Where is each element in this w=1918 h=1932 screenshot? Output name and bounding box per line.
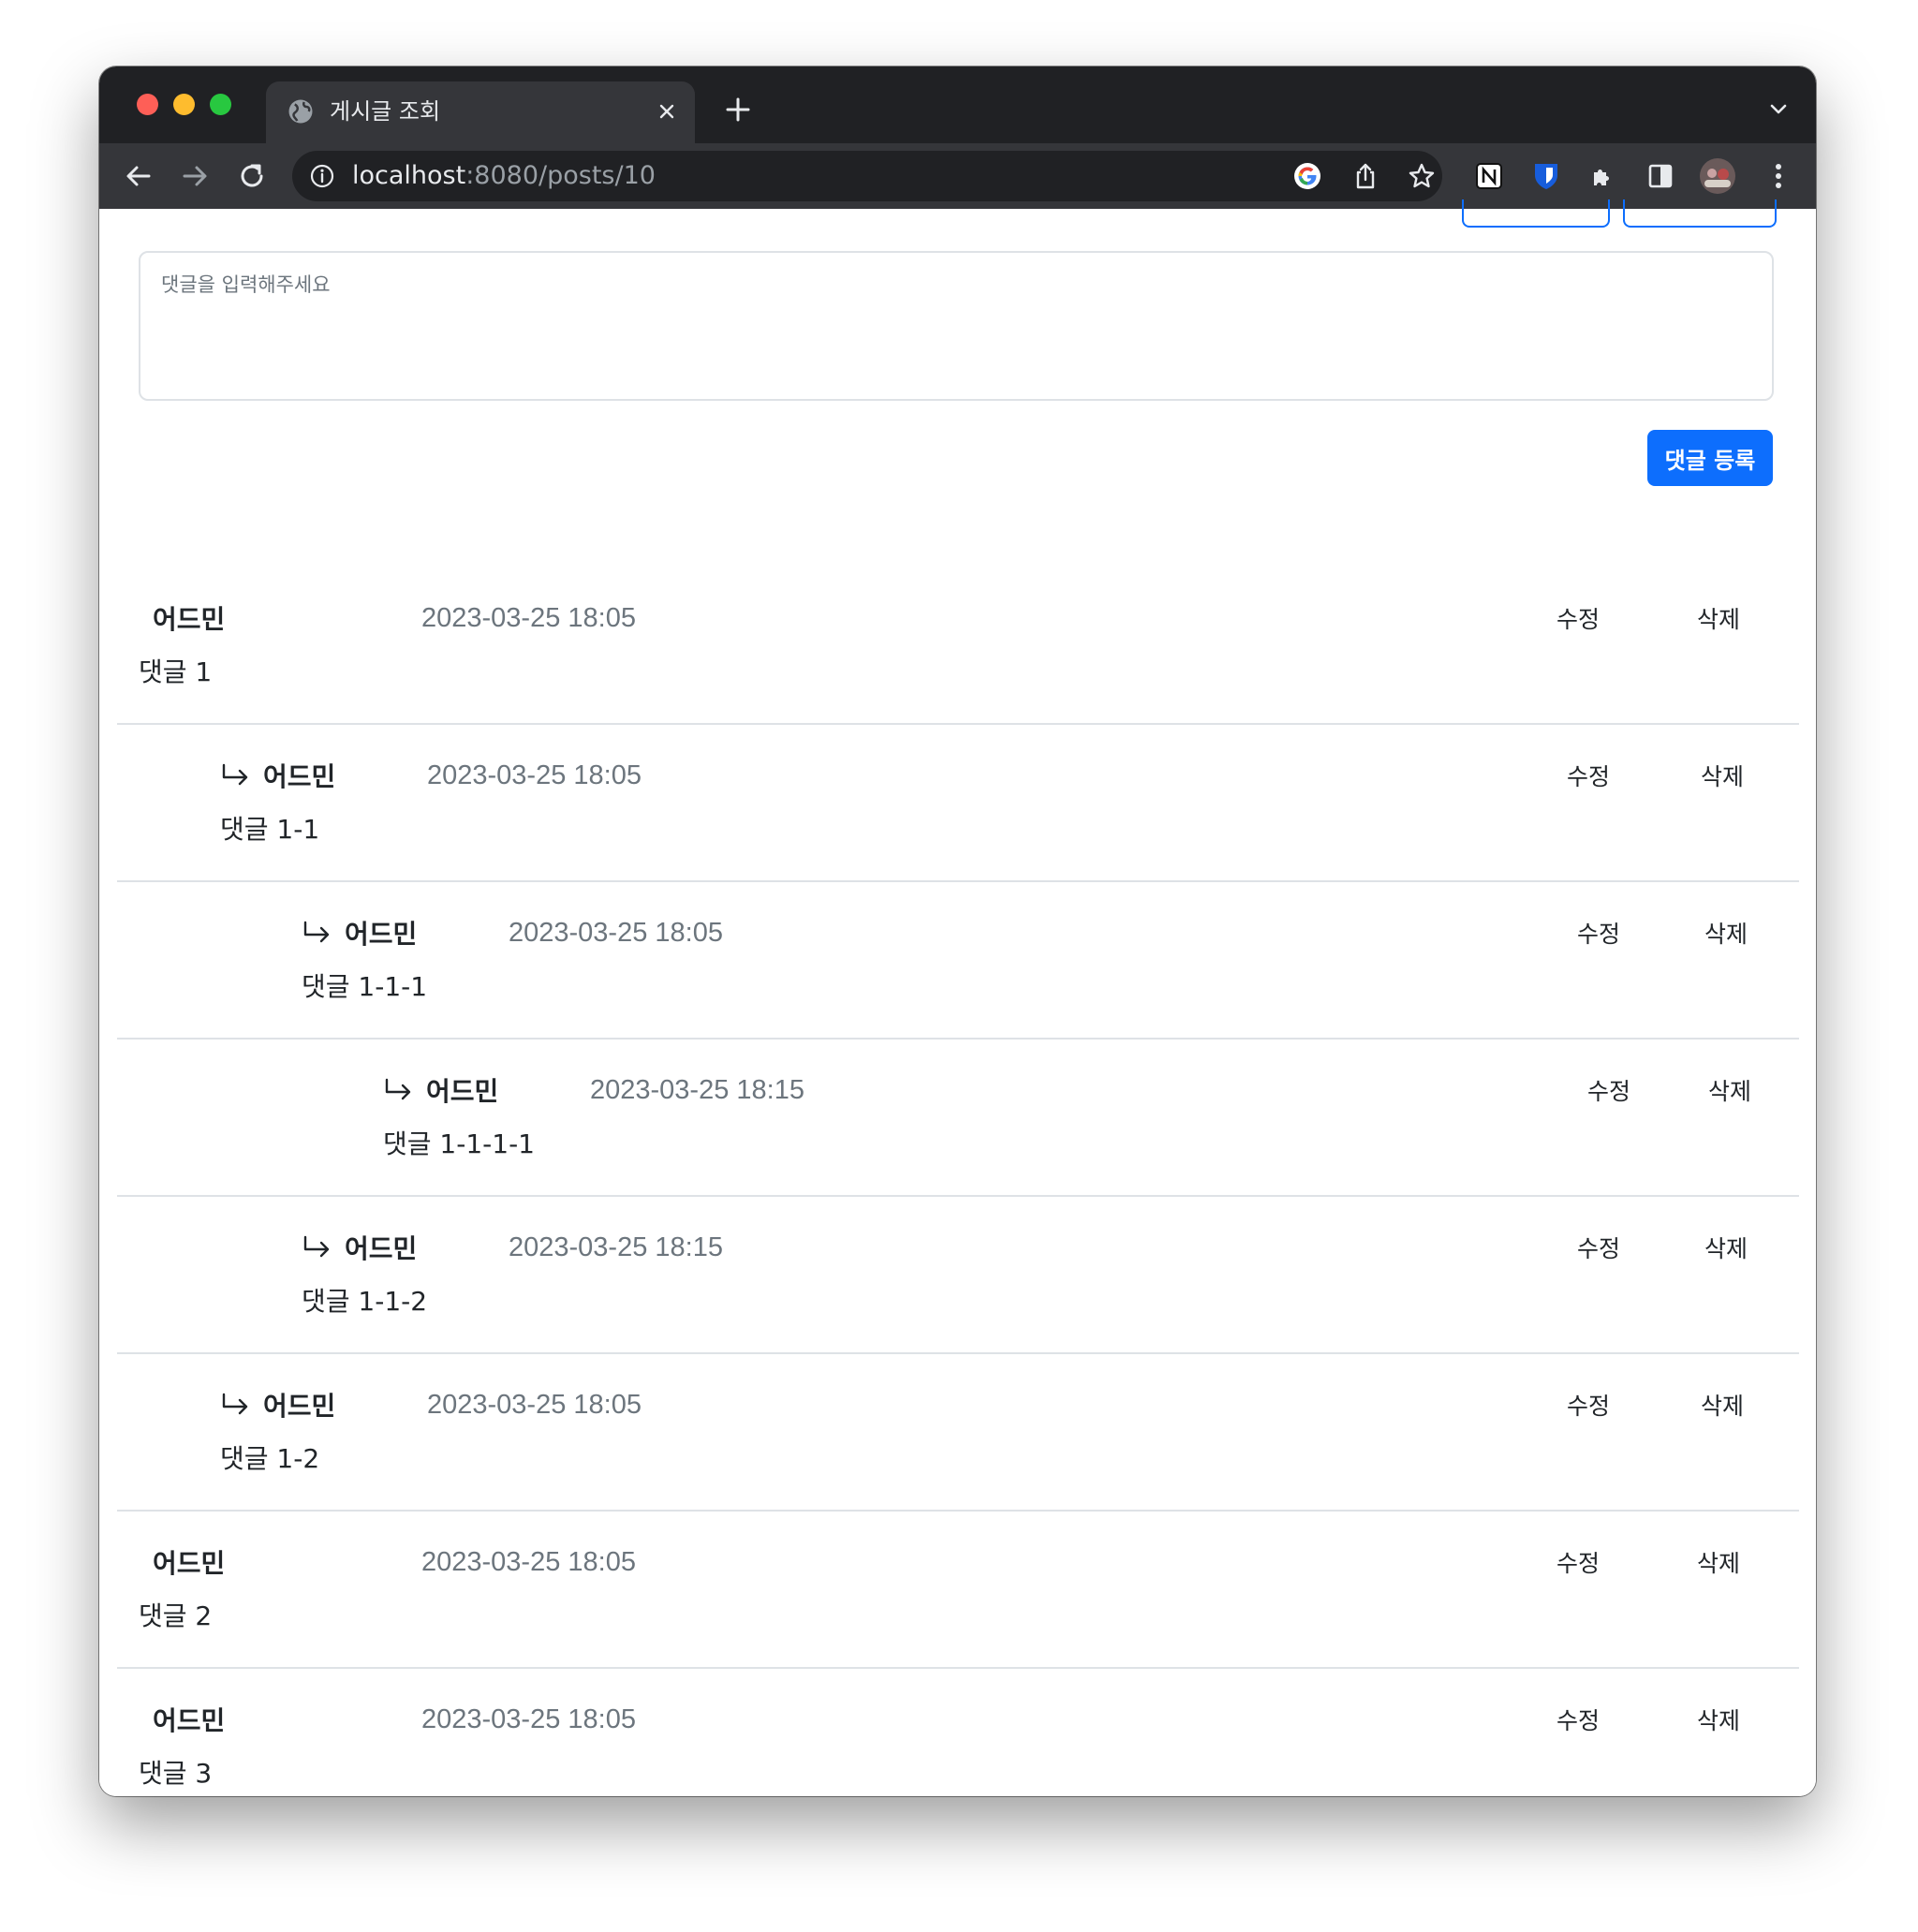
reload-icon[interactable]	[229, 154, 274, 199]
comment-date: 2023-03-25 18:05	[427, 1390, 642, 1420]
comment-author: 어드민	[153, 1548, 226, 1579]
comment-author: 어드민	[345, 1233, 418, 1264]
comment-header: 어드민	[220, 1386, 335, 1423]
side-panel-icon[interactable]	[1638, 154, 1683, 199]
comment-header: 어드민	[220, 757, 335, 794]
maximize-window-button[interactable]	[210, 94, 231, 115]
notion-extension-icon[interactable]	[1467, 154, 1512, 199]
comment-header: 어드민	[153, 1543, 225, 1581]
comment-author: 어드민	[426, 1076, 499, 1107]
delete-comment-button[interactable]: 삭제	[1701, 760, 1744, 794]
delete-comment-button[interactable]: 삭제	[1697, 1547, 1740, 1581]
comment-item: 어드민 2023-03-25 18:05 댓글 1-1-1 수정 삭제	[117, 882, 1799, 1040]
comment-date: 2023-03-25 18:05	[421, 1547, 636, 1577]
comment-item: 어드민 2023-03-25 18:05 댓글 1 수정 삭제	[117, 568, 1799, 725]
delete-comment-button[interactable]: 삭제	[1701, 1390, 1744, 1423]
info-icon[interactable]	[309, 163, 335, 189]
comment-author: 어드민	[263, 1391, 336, 1422]
delete-comment-button[interactable]: 삭제	[1697, 603, 1740, 637]
extensions-puzzle-icon[interactable]	[1581, 154, 1626, 199]
comment-header: 어드민	[153, 1701, 225, 1738]
edit-comment-button[interactable]: 수정	[1557, 603, 1600, 637]
tab-strip: 게시글 조회	[99, 66, 1816, 143]
comment-body: 댓글 1-1	[220, 814, 320, 845]
reply-arrow-icon	[303, 921, 330, 943]
reply-arrow-icon	[222, 1393, 248, 1415]
comment-date: 2023-03-25 18:05	[427, 760, 642, 790]
comment-body: 댓글 1-1-1	[302, 971, 428, 1002]
chevron-down-icon[interactable]	[1760, 91, 1797, 128]
comment-date: 2023-03-25 18:05	[421, 603, 636, 633]
edit-comment-button[interactable]: 수정	[1577, 918, 1620, 951]
edit-comment-button[interactable]: 수정	[1587, 1075, 1630, 1109]
close-window-button[interactable]	[137, 94, 158, 115]
share-icon[interactable]	[1347, 157, 1384, 195]
reply-arrow-icon	[385, 1078, 411, 1100]
edit-comment-button[interactable]: 수정	[1557, 1704, 1600, 1738]
page-content: 댓글 등록 어드민2023-03-25 18:05댓글 1수정삭제어드민2023…	[99, 199, 1816, 1796]
profile-avatar[interactable]	[1695, 154, 1740, 199]
comment-body: 댓글 3	[139, 1758, 213, 1789]
close-tab-icon[interactable]	[650, 95, 684, 128]
submit-comment-button[interactable]: 댓글 등록	[1647, 430, 1773, 486]
comment-author: 어드민	[153, 604, 226, 635]
comment-body: 댓글 1	[139, 656, 213, 687]
comment-item: 어드민 2023-03-25 18:05 댓글 3 수정 삭제	[117, 1669, 1799, 1796]
comment-item: 어드민 2023-03-25 18:05 댓글 2 수정 삭제	[117, 1512, 1799, 1669]
kebab-menu-icon[interactable]	[1756, 154, 1801, 199]
comment-header: 어드민	[302, 914, 417, 951]
comment-author: 어드민	[345, 919, 418, 950]
comment-date: 2023-03-25 18:15	[590, 1075, 804, 1105]
reply-arrow-icon	[303, 1235, 330, 1258]
comment-item: 어드민 2023-03-25 18:05 댓글 1-1 수정 삭제	[117, 725, 1799, 882]
comment-header: 어드민	[302, 1229, 417, 1266]
address-bar[interactable]: localhost:8080/posts/10	[292, 151, 1442, 201]
comment-header: 어드민	[153, 599, 225, 637]
comment-input[interactable]	[139, 251, 1774, 401]
comment-date: 2023-03-25 18:05	[421, 1704, 636, 1734]
edit-comment-button[interactable]: 수정	[1567, 1390, 1610, 1423]
url-text[interactable]: localhost:8080/posts/10	[352, 161, 656, 191]
edit-comment-button[interactable]: 수정	[1577, 1232, 1620, 1266]
new-tab-icon[interactable]	[717, 89, 759, 130]
comment-item: 어드민 2023-03-25 18:15 댓글 1-1-2 수정 삭제	[117, 1197, 1799, 1354]
forward-arrow-icon[interactable]	[172, 154, 217, 199]
comment-body: 댓글 2	[139, 1600, 213, 1631]
comment-item: 어드민 2023-03-25 18:05 댓글 1-2 수정 삭제	[117, 1354, 1799, 1512]
back-arrow-icon[interactable]	[116, 154, 161, 199]
globe-icon	[288, 99, 313, 124]
tab-title: 게시글 조회	[330, 98, 441, 125]
edit-comment-button[interactable]: 수정	[1567, 760, 1610, 794]
comment-body: 댓글 1-1-1-1	[383, 1128, 535, 1159]
comment-author: 어드민	[153, 1705, 226, 1736]
edit-comment-button[interactable]: 수정	[1557, 1547, 1600, 1581]
browser-window: 게시글 조회 localhost:8080/posts/10 댓글을 입력해주세…	[99, 66, 1816, 1796]
active-tab[interactable]: 게시글 조회	[266, 81, 695, 143]
bookmark-star-icon[interactable]	[1403, 157, 1440, 195]
bitwarden-shield-icon[interactable]	[1524, 154, 1569, 199]
comment-body: 댓글 1-1-2	[302, 1286, 428, 1317]
delete-comment-button[interactable]: 삭제	[1704, 918, 1748, 951]
delete-comment-button[interactable]: 삭제	[1697, 1704, 1740, 1738]
clipped-button[interactable]	[1623, 199, 1777, 228]
google-lens-icon[interactable]	[1289, 157, 1326, 195]
delete-comment-button[interactable]: 삭제	[1708, 1075, 1751, 1109]
minimize-window-button[interactable]	[173, 94, 195, 115]
clipped-button[interactable]	[1462, 199, 1610, 228]
comment-date: 2023-03-25 18:15	[509, 1232, 723, 1262]
delete-comment-button[interactable]: 삭제	[1704, 1232, 1748, 1266]
comment-author: 어드민	[263, 761, 336, 792]
comment-header: 어드민	[383, 1071, 498, 1109]
reply-arrow-icon	[222, 763, 248, 786]
comment-body: 댓글 1-2	[220, 1443, 320, 1474]
comment-item: 어드민 2023-03-25 18:15 댓글 1-1-1-1 수정 삭제	[117, 1040, 1799, 1197]
comment-date: 2023-03-25 18:05	[509, 918, 723, 948]
